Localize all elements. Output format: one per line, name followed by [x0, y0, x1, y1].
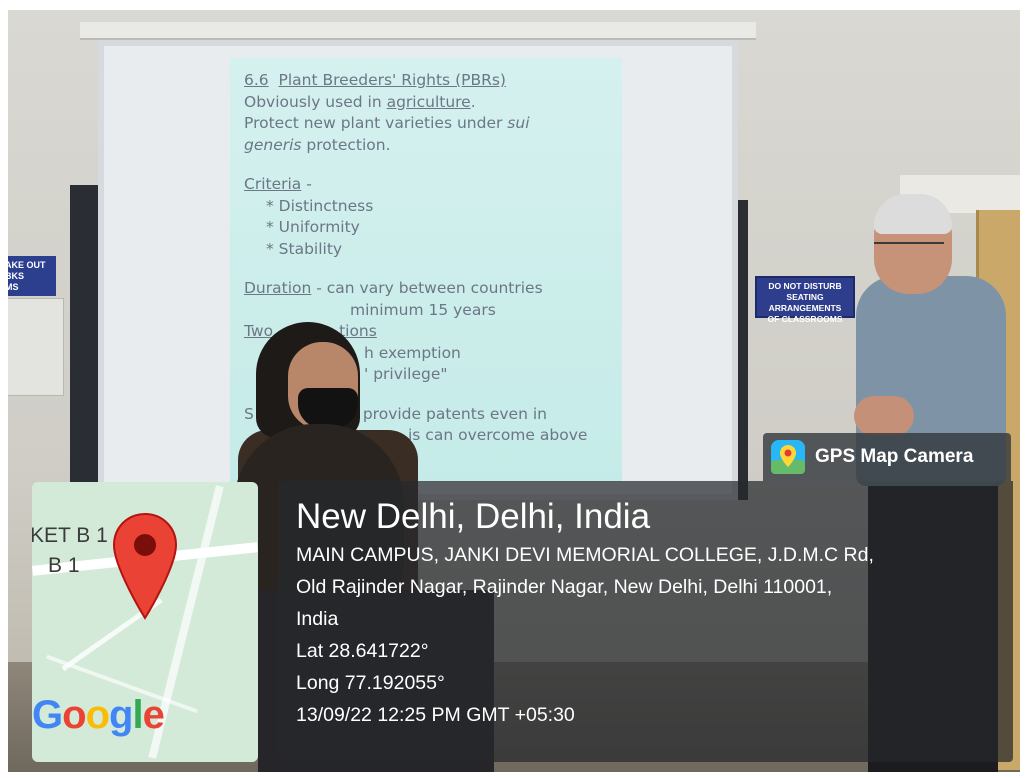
left-cabinet	[8, 298, 64, 396]
presenter-hands	[854, 396, 914, 436]
address-line: India	[296, 608, 339, 630]
latitude: Lat 28.641722°	[296, 640, 429, 662]
longitude: Long 77.192055°	[296, 672, 445, 694]
board-frame-left	[70, 185, 100, 505]
slide-duration: Duration - can vary between countries	[244, 279, 543, 297]
slide-duration-min: minimum 15 years	[350, 300, 496, 319]
do-not-disturb-sign: DO NOT DISTURB SEATING ARRANGEMENTS OF C…	[755, 276, 855, 324]
presenter-glasses	[874, 242, 944, 254]
address-line: Old Rajinder Nagar, Rajinder Nagar, New …	[296, 576, 833, 598]
address-line: MAIN CAMPUS, JANKI DEVI MEMORIAL COLLEGE…	[296, 544, 874, 566]
location-info-panel: New Delhi, Delhi, India MAIN CAMPUS, JAN…	[278, 481, 1013, 762]
slide-criteria-item: * Stability	[266, 239, 343, 258]
gps-map-camera-icon	[771, 440, 805, 474]
map-label-pocket: KET B 1	[32, 524, 108, 547]
slide-criteria-item: * Distinctness	[266, 196, 374, 215]
slide-criteria-item: * Uniformity	[266, 218, 360, 236]
location-map-thumbnail[interactable]: KET B 1 B 1 Google	[32, 482, 258, 762]
slide-criteria: Criteria -	[244, 175, 312, 193]
slide-heading: 6.6 Plant Breeders' Rights (PBRs)	[244, 71, 506, 89]
slide-line-agriculture: Obviously used in agriculture.	[244, 92, 476, 111]
map-pin-icon	[112, 512, 178, 620]
slide-line-protect: Protect new plant varieties under sui	[244, 114, 530, 132]
timestamp: 13/09/22 12:25 PM GMT +05:30	[296, 704, 575, 726]
gps-map-camera-tag: GPS Map Camera	[763, 433, 1011, 481]
slide-line-generis: generis protection.	[244, 135, 391, 154]
location-title: New Delhi, Delhi, India	[296, 497, 651, 536]
left-poster: AKE OUT BKS MS	[8, 256, 56, 296]
face-mask	[298, 388, 358, 428]
map-label-b1: B 1	[48, 554, 80, 577]
google-logo: Google	[32, 693, 165, 737]
projector-screen-roller	[80, 22, 756, 40]
gps-tag-label: GPS Map Camera	[815, 446, 974, 467]
